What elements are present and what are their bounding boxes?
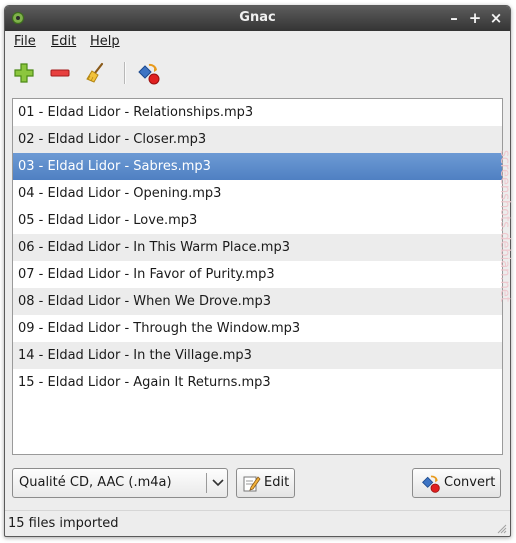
convert-icon [138, 63, 160, 85]
file-row[interactable]: 06 - Eldad Lidor - In This Warm Place.mp… [13, 234, 502, 261]
window-title: Gnac [239, 10, 276, 25]
profile-combobox[interactable]: Qualité CD, AAC (.m4a) [12, 468, 228, 498]
file-row[interactable]: 04 - Eldad Lidor - Opening.mp3 [13, 180, 502, 207]
menu-edit[interactable]: Edit [51, 34, 76, 49]
add-files-button[interactable] [9, 58, 39, 88]
clear-list-button[interactable] [81, 58, 111, 88]
menu-help[interactable]: Help [90, 34, 120, 49]
watermark-text: screenshots.debian.net [497, 150, 512, 302]
file-row[interactable]: 05 - Eldad Lidor - Love.mp3 [13, 207, 502, 234]
toolbar-separator [124, 62, 126, 84]
add-icon [14, 63, 34, 83]
convert-button-icon [422, 475, 440, 493]
file-row[interactable]: 02 - Eldad Lidor - Closer.mp3 [13, 126, 502, 153]
file-row[interactable]: 08 - Eldad Lidor - When We Drove.mp3 [13, 288, 502, 315]
minimize-button[interactable]: – [445, 9, 463, 27]
edit-button-label: Edit [264, 475, 290, 490]
edit-profile-button[interactable]: Edit [236, 468, 295, 498]
remove-icon [50, 69, 70, 77]
file-row-selected[interactable]: 03 - Eldad Lidor - Sabres.mp3 [13, 153, 502, 180]
menu-file[interactable]: File [14, 34, 36, 49]
combo-separator [206, 473, 207, 493]
file-list[interactable]: 01 - Eldad Lidor - Relationships.mp3 02 … [12, 98, 503, 455]
convert-button[interactable]: Convert [412, 468, 501, 498]
chevron-down-icon [212, 479, 224, 487]
file-row[interactable]: 01 - Eldad Lidor - Relationships.mp3 [13, 99, 502, 126]
file-row[interactable]: 14 - Eldad Lidor - In the Village.mp3 [13, 342, 502, 369]
close-button[interactable]: × [487, 9, 505, 27]
title-bar[interactable]: Gnac – + × [5, 6, 510, 31]
file-row[interactable]: 07 - Eldad Lidor - In Favor of Purity.mp… [13, 261, 502, 288]
menu-bar: File Edit Help [5, 31, 510, 53]
maximize-button[interactable]: + [466, 9, 484, 27]
convert-toolbar-button[interactable] [133, 58, 163, 88]
convert-button-label: Convert [444, 475, 496, 490]
status-text: 15 files imported [8, 516, 119, 531]
resize-grip-icon[interactable] [495, 522, 507, 534]
app-window: Gnac – + × File Edit Help 01 - Eldad Lid… [4, 5, 511, 537]
clear-broom-icon [86, 62, 104, 83]
status-bar: 15 files imported [5, 510, 510, 536]
profile-selected-value: Qualité CD, AAC (.m4a) [19, 475, 172, 490]
edit-pencil-icon [243, 476, 261, 492]
remove-files-button[interactable] [45, 58, 75, 88]
toolbar [5, 54, 510, 94]
file-row[interactable]: 15 - Eldad Lidor - Again It Returns.mp3 [13, 369, 502, 396]
file-row[interactable]: 09 - Eldad Lidor - Through the Window.mp… [13, 315, 502, 342]
